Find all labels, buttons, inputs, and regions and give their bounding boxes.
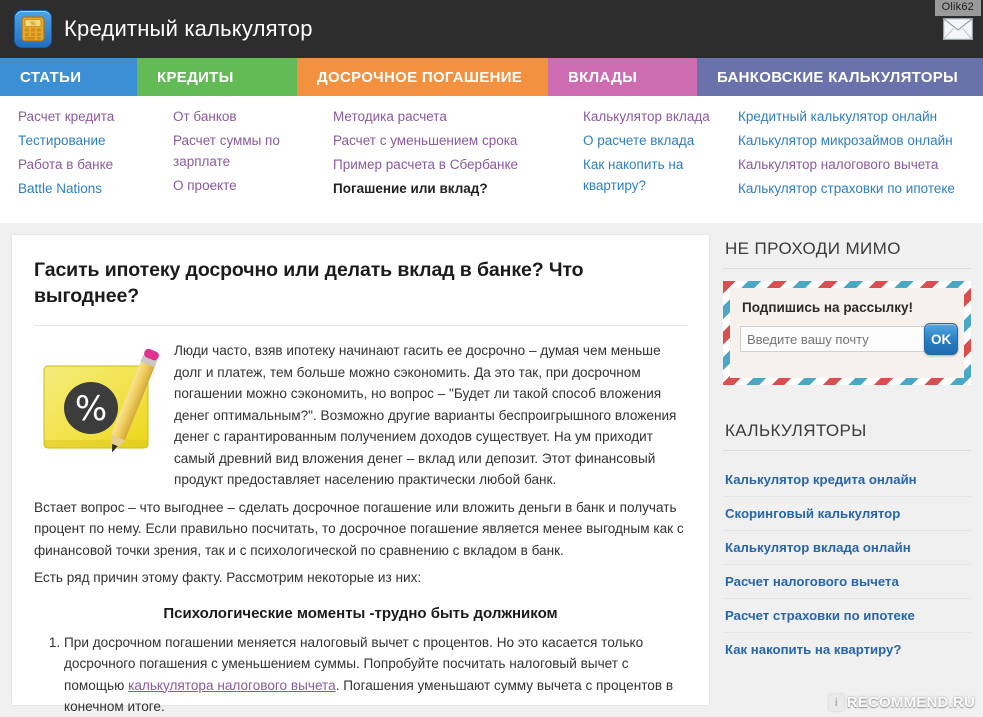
calculator-link[interactable]: Калькулятор кредита онлайн bbox=[723, 463, 971, 496]
list-item: Расчет налогового вычета bbox=[723, 565, 971, 599]
subnav-link[interactable]: Методика расчета bbox=[333, 106, 559, 127]
nav-item-stati[interactable]: СТАТЬИ bbox=[0, 58, 137, 96]
subnav-link[interactable]: Пример расчета в Сбербанке bbox=[333, 154, 559, 175]
nav-item-bankovskie-kalkulyatory[interactable]: БАНКОВСКИЕ КАЛЬКУЛЯТОРЫ bbox=[697, 58, 983, 96]
sub-navigation: Расчет кредита Тестирование Работа в бан… bbox=[0, 96, 983, 223]
nav-item-kredity[interactable]: КРЕДИТЫ bbox=[137, 58, 297, 96]
newsletter-heading: Подпишись на рассылку! bbox=[742, 300, 913, 315]
promo-widget: НЕ ПРОХОДИ МИМО Подпишись на рассылку! O… bbox=[723, 235, 971, 385]
subnav-link[interactable]: Расчет кредита bbox=[18, 106, 149, 127]
calculator-link[interactable]: Калькулятор вклада онлайн bbox=[723, 531, 971, 564]
subnav-column-bankovskie: Кредитный калькулятор онлайн Калькулятор… bbox=[720, 106, 983, 223]
subnav-link[interactable]: Калькулятор вклада bbox=[583, 106, 714, 127]
subnav-link[interactable]: От банков bbox=[173, 106, 309, 127]
list-item: Скоринговый калькулятор bbox=[723, 497, 971, 531]
calculator-link[interactable]: Расчет налогового вычета bbox=[723, 565, 971, 598]
email-field[interactable] bbox=[740, 326, 930, 352]
title-divider bbox=[34, 325, 687, 326]
subnav-link[interactable]: Кредитный калькулятор онлайн bbox=[738, 106, 977, 127]
article-panel: Гасить ипотеку досрочно или делать вклад… bbox=[12, 235, 709, 714]
list-item: Калькулятор кредита онлайн bbox=[723, 463, 971, 497]
list-item: Расчет страховки по ипотеке bbox=[723, 599, 971, 633]
newsletter-submit-button[interactable]: OK bbox=[924, 323, 959, 355]
subnav-column-kredity: От банков Расчет суммы по зарплате О про… bbox=[155, 106, 315, 223]
site-header: % Кредитный калькулятор Olik62 bbox=[0, 0, 983, 58]
subnav-link[interactable]: Battle Nations bbox=[18, 178, 149, 199]
subnav-link[interactable]: Калькулятор налогового вычета bbox=[738, 154, 977, 175]
article-intro-text: Люди часто, взяв ипотеку начинают гасить… bbox=[174, 343, 677, 487]
subnav-link[interactable]: Калькулятор страховки по ипотеке bbox=[738, 178, 977, 199]
main-navigation: СТАТЬИ КРЕДИТЫ ДОСРОЧНОЕ ПОГАШЕНИЕ ВКЛАД… bbox=[0, 58, 983, 96]
calculators-widget: КАЛЬКУЛЯТОРЫ Калькулятор кредита онлайн … bbox=[723, 417, 971, 666]
subnav-link[interactable]: Как накопить на квартиру? bbox=[583, 154, 714, 196]
user-name-label: Olik62 bbox=[934, 0, 981, 16]
list-item: Калькулятор вклада онлайн bbox=[723, 531, 971, 565]
sidebar: НЕ ПРОХОДИ МИМО Подпишись на рассылку! O… bbox=[723, 235, 971, 705]
list-item: При досрочном погашении меняется налогов… bbox=[64, 632, 687, 717]
page-title: Гасить ипотеку досрочно или делать вклад… bbox=[34, 259, 584, 307]
article-paragraph-3: Есть ряд причин этому факту. Рассмотрим … bbox=[34, 570, 422, 585]
subnav-column-vklady: Калькулятор вклада О расчете вклада Как … bbox=[565, 106, 720, 223]
user-corner: Olik62 bbox=[934, 0, 981, 40]
calculator-icon[interactable]: % bbox=[14, 10, 52, 48]
subnav-link[interactable]: Работа в банке bbox=[18, 154, 149, 175]
subnav-link[interactable]: Расчет суммы по зарплате bbox=[173, 130, 309, 172]
content-area: Гасить ипотеку досрочно или делать вклад… bbox=[0, 223, 983, 714]
subnav-column-dosrochnoe: Методика расчета Расчет с уменьшением ср… bbox=[315, 106, 565, 223]
tax-deduction-calculator-link[interactable]: калькулятора налогового вычета bbox=[128, 678, 336, 693]
calculator-link[interactable]: Расчет страховки по ипотеке bbox=[723, 599, 971, 632]
page-root: % Кредитный калькулятор Olik62 СТАТЬИ КР… bbox=[0, 0, 983, 717]
calculators-list: Калькулятор кредита онлайн Скоринговый к… bbox=[723, 463, 971, 666]
subnav-link[interactable]: Расчет с уменьшением срока bbox=[333, 130, 559, 151]
list-item: Как накопить на квартиру? bbox=[723, 633, 971, 666]
subnav-link[interactable]: О расчете вклада bbox=[583, 130, 714, 151]
subnav-link[interactable]: Тестирование bbox=[18, 130, 149, 151]
subnav-column-stati: Расчет кредита Тестирование Работа в бан… bbox=[0, 106, 155, 223]
nav-item-dosrochnoe-pogashenie[interactable]: ДОСРОЧНОЕ ПОГАШЕНИЕ bbox=[297, 58, 548, 96]
newsletter-form: OK bbox=[740, 323, 959, 355]
calculator-link[interactable]: Скоринговый калькулятор bbox=[723, 497, 971, 530]
newsletter-box: Подпишись на рассылку! OK bbox=[723, 281, 971, 385]
reasons-list: При досрочном погашении меняется налогов… bbox=[34, 632, 687, 717]
envelope-icon[interactable] bbox=[942, 18, 973, 40]
calculator-link[interactable]: Как накопить на квартиру? bbox=[723, 633, 971, 666]
site-title: Кредитный калькулятор bbox=[64, 16, 313, 41]
svg-text:%: % bbox=[30, 20, 36, 27]
subnav-link-current: Погашение или вклад? bbox=[333, 181, 488, 196]
calculators-widget-title: КАЛЬКУЛЯТОРЫ bbox=[723, 417, 971, 451]
article-intro: % Люди часто, взяв ипотеку начинают гаси… bbox=[34, 340, 687, 491]
yellow-note-percent-pencil-icon: % bbox=[36, 344, 168, 466]
promo-widget-title: НЕ ПРОХОДИ МИМО bbox=[723, 235, 971, 269]
subnav-link[interactable]: О проекте bbox=[173, 175, 309, 196]
article-subheading: Психологические моменты -трудно быть дол… bbox=[163, 604, 558, 622]
article-paragraph-2: Встает вопрос – что выгоднее – сделать д… bbox=[34, 499, 684, 558]
subnav-link[interactable]: Калькулятор микрозаймов онлайн bbox=[738, 130, 977, 151]
svg-text:%: % bbox=[75, 389, 107, 429]
nav-item-vklady[interactable]: ВКЛАДЫ bbox=[548, 58, 697, 96]
